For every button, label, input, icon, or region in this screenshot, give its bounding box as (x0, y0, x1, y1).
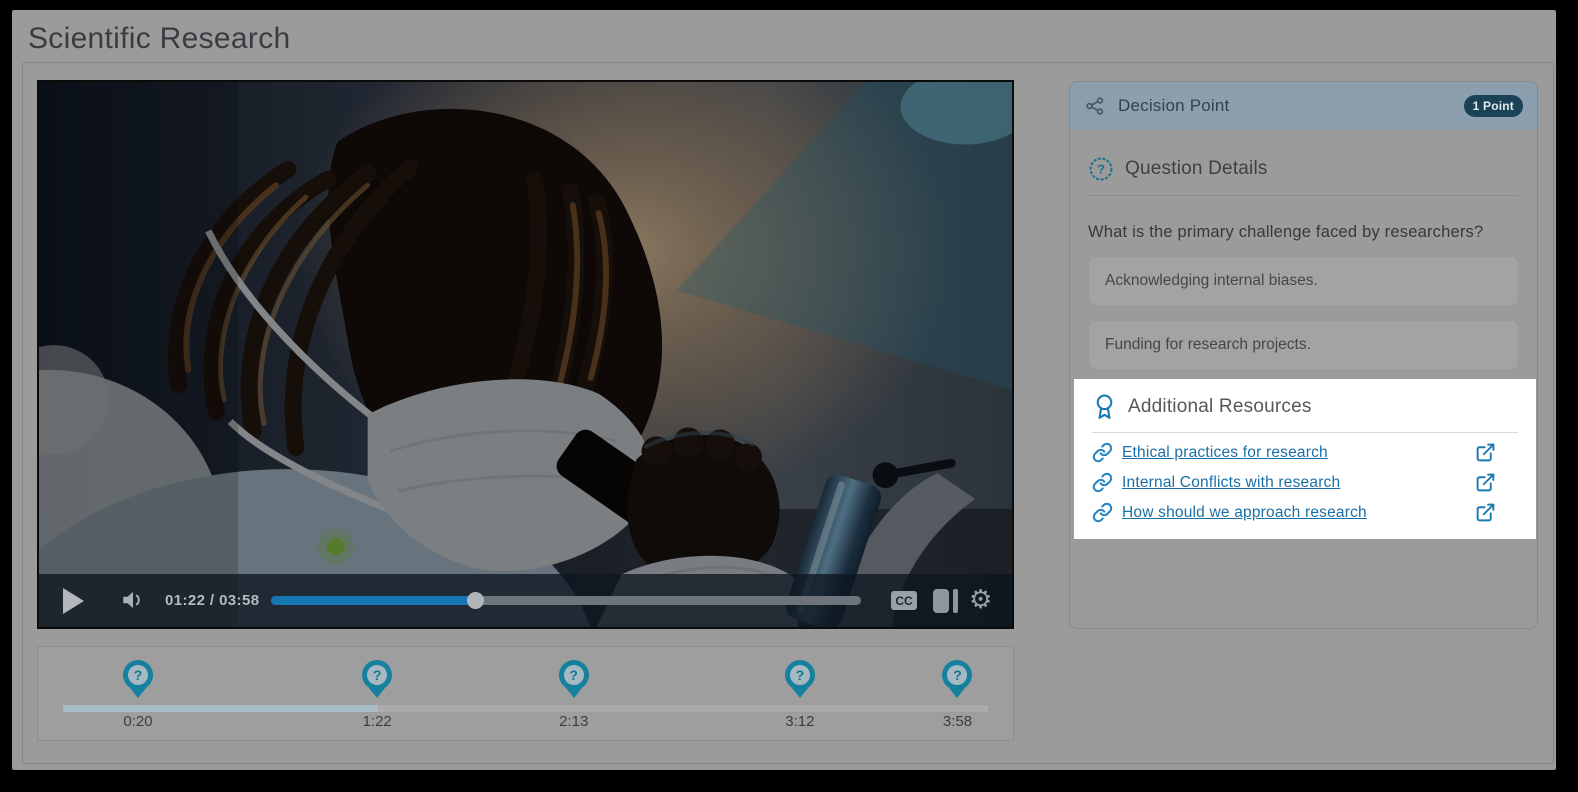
resources-title: Additional Resources (1128, 395, 1312, 417)
decision-point-panel: Decision Point 1 Point ? Question Detail… (1069, 81, 1538, 629)
timeline-marker[interactable]: ? 3:12 (784, 660, 815, 730)
external-link-icon[interactable] (1475, 502, 1496, 523)
timeline-marker[interactable]: ? 2:13 (558, 660, 589, 730)
question-pin-icon: ? (784, 660, 815, 700)
resource-row: Ethical practices for research (1092, 442, 1518, 463)
video-controls-bar: 01:22 / 03:58 CC ⚙ (39, 574, 1012, 627)
play-button[interactable] (63, 588, 85, 614)
share-nodes-icon (1084, 95, 1106, 117)
timeline-marker[interactable]: ? 0:20 (123, 660, 153, 730)
question-text: What is the primary challenge faced by r… (1088, 223, 1484, 241)
divider (1088, 195, 1519, 196)
question-seal-icon: ? (1088, 156, 1114, 182)
question-pin-icon: ? (123, 660, 153, 700)
closed-captions-button[interactable]: CC (891, 591, 917, 610)
marker-timestamp: 2:13 (559, 713, 589, 730)
gear-icon[interactable]: ⚙ (969, 585, 992, 615)
video-progress-fill (271, 596, 475, 605)
marker-timestamp: 3:12 (785, 713, 815, 730)
time-display: 01:22 / 03:58 (165, 592, 260, 609)
video-progress-bar[interactable] (271, 592, 861, 609)
resource-link[interactable]: Internal Conflicts with research (1122, 474, 1340, 492)
question-pin-icon: ? (558, 660, 589, 700)
panel-header: Decision Point 1 Point (1070, 82, 1537, 130)
marker-timestamp: 1:22 (362, 713, 392, 730)
video-progress-handle[interactable] (466, 592, 484, 609)
panel-title: Decision Point (1118, 96, 1230, 115)
content-container: 01:22 / 03:58 CC ⚙ ? 0:20 ? 1:22 ? 2:13 … (22, 62, 1554, 764)
award-ribbon-icon (1092, 393, 1117, 420)
marker-timestamp: 0:20 (123, 713, 153, 730)
external-link-icon[interactable] (1475, 472, 1496, 493)
question-timeline: ? 0:20 ? 1:22 ? 2:13 ? 3:12 ? 3:58 (37, 646, 1014, 741)
video-player[interactable]: 01:22 / 03:58 CC ⚙ (37, 80, 1014, 629)
resource-link[interactable]: How should we approach research (1122, 504, 1367, 522)
timeline-marker[interactable]: ? 1:22 (362, 660, 393, 730)
timeline-marker[interactable]: ? 3:58 (942, 660, 973, 730)
question-details-header: ? Question Details (1088, 156, 1519, 182)
points-badge: 1 Point (1463, 95, 1523, 117)
question-pin-icon: ? (942, 660, 973, 700)
link-chain-icon (1092, 502, 1113, 523)
marker-timestamp: 3:58 (942, 713, 973, 730)
resource-row: Internal Conflicts with research (1092, 472, 1518, 493)
link-chain-icon (1092, 442, 1113, 463)
link-chain-icon (1092, 472, 1113, 493)
volume-icon[interactable] (119, 587, 147, 618)
svg-text:?: ? (1097, 162, 1105, 177)
question-details-title: Question Details (1125, 158, 1268, 179)
pages-icon[interactable] (933, 589, 959, 613)
resources-header: Additional Resources (1092, 393, 1518, 420)
video-frame-image (39, 82, 1012, 627)
resource-row: How should we approach research (1092, 502, 1518, 523)
resource-link[interactable]: Ethical practices for research (1122, 444, 1328, 462)
additional-resources-section: Additional Resources Ethical practices f… (1074, 379, 1536, 539)
screen: Scientific Research 01:22 / 03:58 CC ⚙ ?… (0, 0, 1578, 792)
answer-option[interactable]: Acknowledging internal biases. (1088, 256, 1519, 306)
timeline-markers-layer: ? 0:20 ? 1:22 ? 2:13 ? 3:12 ? 3:58 (62, 660, 989, 730)
question-pin-icon: ? (362, 660, 393, 700)
external-link-icon[interactable] (1475, 442, 1496, 463)
panel-body: ? Question Details What is the primary c… (1070, 156, 1537, 539)
lesson-page: Scientific Research 01:22 / 03:58 CC ⚙ ?… (12, 10, 1556, 770)
answer-option[interactable]: Funding for research projects. (1088, 320, 1519, 370)
divider (1092, 432, 1518, 433)
page-title: Scientific Research (28, 22, 291, 55)
